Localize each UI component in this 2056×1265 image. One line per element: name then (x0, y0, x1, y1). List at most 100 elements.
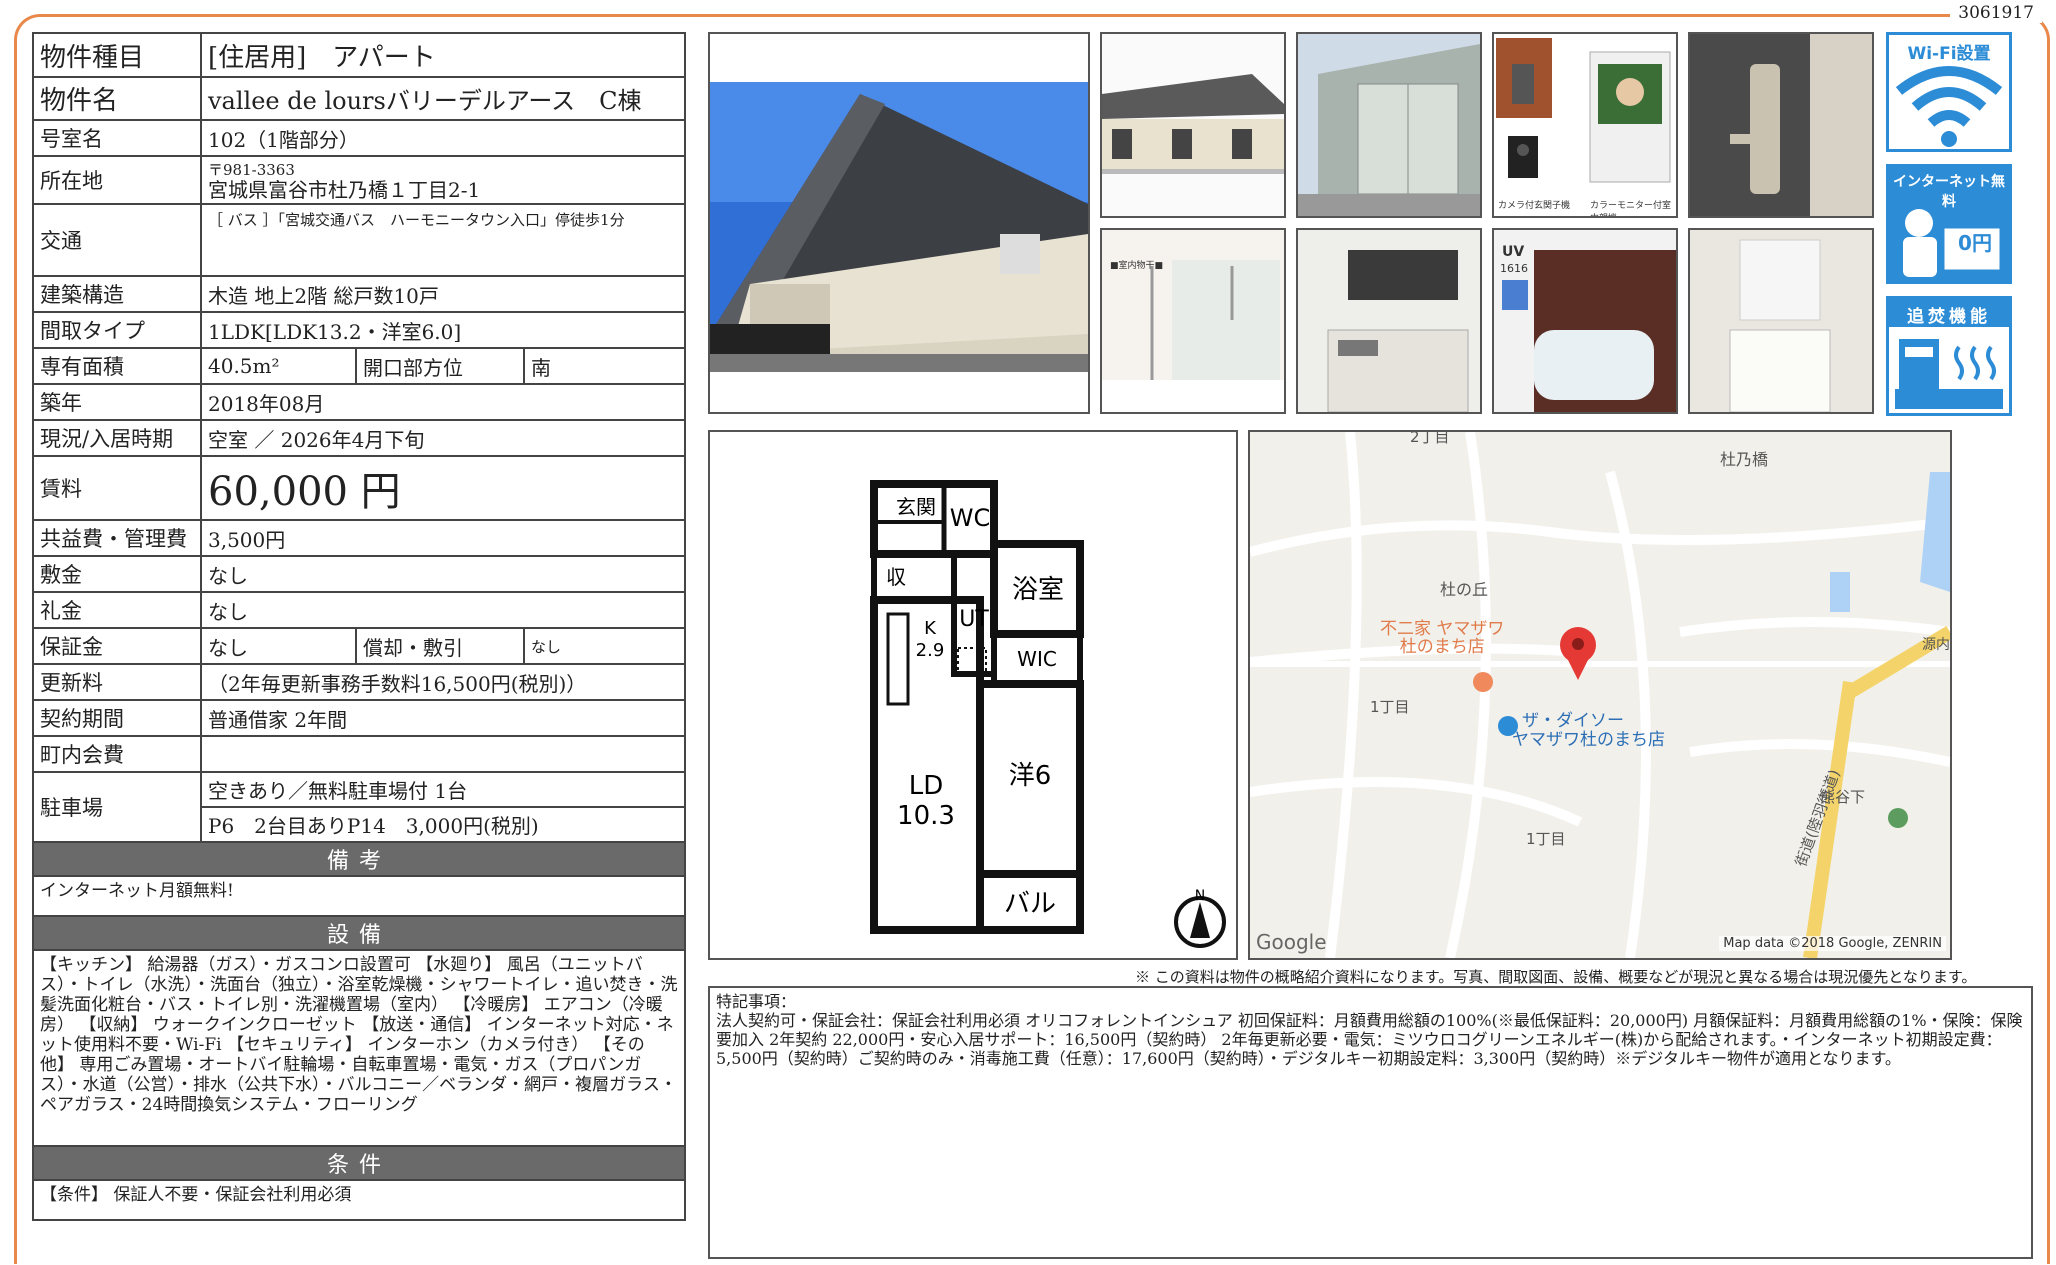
value-address: 宮城県富谷市杜乃橋１丁目2-1 (208, 178, 481, 202)
fp-entrance: 玄関 (896, 495, 936, 519)
equipment-header: 設備 (32, 915, 686, 951)
value-status: 空室 ／ 2026年4月下旬 (200, 419, 686, 457)
map-label-4: 1丁目 (1370, 698, 1410, 716)
document-id: 3061917 (1950, 3, 2042, 23)
restaurant-icon (1473, 672, 1493, 692)
fp-k-size: 2.9 (916, 640, 945, 661)
value-contract: 普通借家 2年間 (200, 699, 686, 737)
bathroom-photo[interactable]: UV 1616 (1492, 228, 1678, 414)
map-label-2: 杜乃橋 (1720, 450, 1769, 469)
label-layout: 間取タイプ (32, 311, 202, 349)
map-label-6: 1丁目 (1526, 830, 1566, 848)
exterior-photo-image (710, 82, 1088, 372)
label-type: 物件種目 (32, 32, 202, 78)
map-shop-1: 不二家 ヤマザワ 杜のまち店 (1380, 620, 1504, 656)
label-address: 所在地 (32, 155, 202, 205)
exterior-photo-main[interactable] (708, 32, 1090, 414)
remarks-text: インターネット月額無料! (32, 875, 686, 917)
exterior-photo-2[interactable] (1100, 32, 1286, 218)
label-contract: 契約期間 (32, 699, 202, 737)
washbasin-photo-image (1690, 230, 1872, 412)
digital-key-photo[interactable] (1688, 32, 1874, 218)
label-status: 現況/入居時期 (32, 419, 202, 457)
label-town-fee: 町内会費 (32, 735, 202, 773)
label-guarantee: 保証金 (32, 627, 202, 665)
storage-photo[interactable] (1296, 32, 1482, 218)
intercom-caption-left: カメラ付玄関子機 (1498, 201, 1571, 211)
location-map[interactable]: 2丁目 杜乃橋 杜の丘 1丁目 熊谷下 1丁目 源内 不二家 ヤマザワ 杜のまち… (1248, 428, 1954, 960)
kitchen-photo-image (1298, 230, 1480, 412)
uv-number: 1616 (1500, 262, 1528, 275)
indoor-drying-photo[interactable]: ■室内物干■ (1100, 228, 1286, 414)
value-area: 40.5m² (200, 347, 357, 385)
property-spec-table: 物件種目 [住居用] アパート 物件名 vallee de loursバリーデルアー… (32, 32, 686, 1221)
floor-plan-drawing: 玄関 WC 収 浴室 UT K 2.9 WIC LD 10.3 洋6 バル N (870, 480, 1226, 948)
label-rent: 賃料 (32, 455, 202, 521)
fp-ld-size: 10.3 (897, 801, 955, 831)
bath-reheat-icon (1895, 339, 2003, 409)
conditions-text: 【条件】 保証人不要・保証会社利用必須 (32, 1179, 686, 1221)
label-deposit: 敷金 (32, 555, 202, 593)
value-key-money: なし (200, 591, 686, 629)
fp-storage: 収 (886, 565, 906, 589)
map-shop-2: ザ・ダイソー ヤマザワ杜のまち店 (1512, 711, 1665, 750)
conditions-header: 条件 (32, 1145, 686, 1181)
value-name: vallee de loursバリーデルアース C棟 (200, 76, 686, 121)
map-label-3: 杜の丘 (1440, 580, 1489, 599)
label-parking: 駐車場 (32, 771, 202, 843)
value-opening-direction: 南 (523, 347, 686, 385)
internet-price: 0円 (1958, 231, 1992, 255)
value-layout: 1LDK[LDK13.2・洋室6.0] (200, 311, 686, 349)
value-room: 102（1階部分） (200, 119, 686, 157)
uv-label: UV (1502, 244, 1525, 260)
value-structure: 木造 地上2階 総戸数10戸 (200, 275, 686, 313)
fp-balcony: バル (1004, 889, 1056, 919)
value-parking-2: P6 2台目ありP14 3,000円(税別) (200, 806, 686, 843)
google-logo: Google (1256, 930, 1327, 954)
label-depreciation: 償却・敷引 (355, 627, 525, 665)
equipment-text: 【キッチン】 給湯器（ガス）・ガスコンロ設置可 【水廻り】 風呂（ユニットバス）… (32, 949, 686, 1147)
fp-bath: 浴室 (1012, 575, 1064, 605)
intercom-caption-right: カラーモニター付室内親機 (1590, 201, 1672, 216)
floor-plan: 玄関 WC 収 浴室 UT K 2.9 WIC LD 10.3 洋6 バル N (708, 430, 1238, 960)
fp-ld: LD (909, 771, 944, 801)
map-drawing (1248, 431, 1954, 960)
label-room: 号室名 (32, 119, 202, 157)
map-shop-1-line2: 杜のまち店 (1399, 637, 1485, 657)
storage-photo-image (1298, 34, 1480, 216)
internet-free-badge: インターネット無料 0円 (1886, 164, 2012, 284)
map-shop-1-line1: 不二家 ヤマザワ (1380, 619, 1505, 639)
special-notes: 特記事項： 法人契約可・保証会社：保証会社利用必須 オリコフォレントインシュア … (708, 986, 2033, 1259)
value-depreciation: なし (523, 627, 686, 665)
wifi-icon (1895, 66, 2003, 147)
value-type: [住居用] アパート (200, 32, 686, 78)
label-name: 物件名 (32, 76, 202, 121)
postal-code: 〒981-3363 (208, 161, 295, 179)
map-shop-2-line2: ヤマザワ杜のまち店 (1512, 730, 1665, 750)
special-notes-title: 特記事項： (716, 992, 797, 1011)
indoor-drying-caption: ■室内物干■ (1110, 261, 1164, 271)
label-area: 専有面積 (32, 347, 202, 385)
intercom-photo[interactable]: カメラ付玄関子機 カラーモニター付室内親機 (1492, 32, 1678, 218)
label-common-fee: 共益費・管理費 (32, 519, 202, 557)
value-transit: ［ バス ］「宮城交通バス ハーモニータウン入口」停徒歩1分 (200, 203, 686, 277)
fp-wc: WC (950, 504, 991, 532)
reheat-title: 追焚機能 (1907, 307, 1991, 327)
label-key-money: 礼金 (32, 591, 202, 629)
map-shop-2-line1: ザ・ダイソー (1522, 711, 1624, 731)
fp-north: N (1195, 888, 1205, 904)
washbasin-photo[interactable] (1688, 228, 1874, 414)
fp-k: K (924, 618, 937, 639)
remarks-header: 備考 (32, 841, 686, 877)
fp-ut: UT (959, 607, 989, 632)
bus-stop-icon (1888, 808, 1908, 828)
fp-wic: WIC (1017, 647, 1057, 671)
value-rent: 60,000 円 (200, 455, 686, 521)
map-label-7: 源内 (1922, 637, 1950, 653)
value-parking-1: 空きあり／無料駐車場付 1台 (200, 771, 686, 808)
value-guarantee: なし (200, 627, 357, 665)
kitchen-photo[interactable] (1296, 228, 1482, 414)
digital-key-photo-image (1690, 34, 1872, 216)
value-town-fee (200, 735, 686, 773)
reheat-badge: 追焚機能 (1886, 296, 2012, 416)
